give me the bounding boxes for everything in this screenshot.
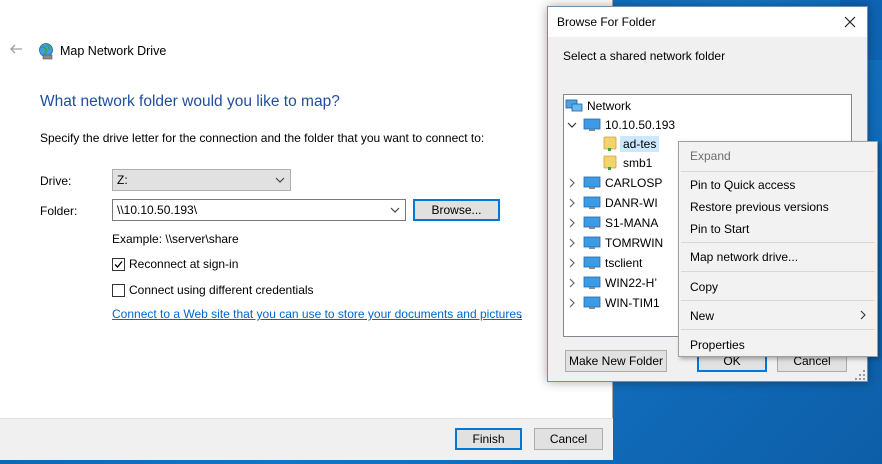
tree-item-computer[interactable]: S1-MANA — [565, 213, 658, 233]
reconnect-checkbox-row[interactable]: Reconnect at sign-in — [112, 256, 238, 272]
example-text: Example: \\server\share — [112, 232, 239, 246]
chevron-right-icon[interactable] — [565, 176, 579, 190]
folder-label: Folder: — [40, 204, 78, 218]
tree-item-label: TOMRWIN — [605, 236, 664, 250]
context-menu: Expand Pin to Quick access Restore previ… — [678, 141, 878, 357]
map-network-drive-window: Map Network Drive What network folder wo… — [0, 0, 613, 460]
chevron-right-icon[interactable] — [565, 236, 579, 250]
menu-item-expand[interactable]: Expand — [690, 148, 731, 164]
folder-input-value: \\10.10.50.193\ — [117, 203, 198, 217]
computer-icon — [583, 296, 601, 309]
chevron-right-icon[interactable] — [565, 256, 579, 270]
chevron-down-icon[interactable] — [389, 204, 401, 216]
network-icon — [565, 99, 583, 112]
computer-icon — [583, 256, 601, 269]
tree-item-label: WIN-TIM1 — [605, 296, 660, 310]
drive-select-value: Z: — [117, 173, 128, 187]
close-icon[interactable] — [843, 15, 857, 29]
link-suffix: . — [519, 307, 523, 321]
web-site-link[interactable]: Connect to a Web site that you can use t… — [112, 307, 522, 321]
tree-item-computer[interactable]: WIN22-H’ — [565, 273, 657, 293]
menu-item-pin-quick-access[interactable]: Pin to Quick access — [690, 177, 795, 193]
network-drive-icon — [39, 43, 53, 60]
page-description: Specify the drive letter for the connect… — [40, 131, 485, 145]
menu-item-properties[interactable]: Properties — [690, 337, 745, 353]
folder-input[interactable]: \\10.10.50.193\ — [112, 199, 406, 221]
menu-item-pin-start[interactable]: Pin to Start — [690, 221, 749, 237]
chevron-down-icon — [275, 177, 285, 183]
browse-button[interactable]: Browse... — [413, 199, 500, 221]
computer-icon — [583, 216, 601, 229]
shared-folder-icon — [603, 136, 617, 151]
checkmark-icon — [114, 260, 123, 268]
tree-item-computer[interactable]: DANR-WI — [565, 193, 658, 213]
reconnect-checkbox[interactable] — [112, 257, 125, 271]
tree-item-label: Network — [587, 99, 632, 113]
tree-item-label: WIN22-H’ — [605, 276, 658, 290]
finish-button[interactable]: Finish — [455, 428, 522, 450]
computer-icon — [583, 118, 601, 131]
make-new-folder-button[interactable]: Make New Folder — [565, 350, 667, 372]
menu-separator — [681, 329, 875, 330]
drive-select[interactable]: Z: — [112, 169, 291, 191]
dialog-instruction: Select a shared network folder — [563, 49, 726, 63]
tree-item-label: DANR-WI — [605, 196, 658, 210]
menu-separator — [681, 171, 875, 172]
credentials-label: Connect using different credentials — [129, 283, 314, 297]
tree-item-computer[interactable]: CARLOSP — [565, 173, 662, 193]
tree-item-network[interactable]: Network — [565, 96, 631, 116]
tree-item-computer[interactable]: TOMRWIN — [565, 233, 663, 253]
back-arrow-icon[interactable] — [8, 41, 24, 57]
tree-item-label: S1-MANA — [605, 216, 659, 230]
cancel-button[interactable]: Cancel — [534, 428, 603, 450]
tree-item-label: ad-tes — [620, 136, 660, 152]
tree-item-share-selected[interactable]: ad-tes — [601, 134, 660, 154]
computer-icon — [583, 236, 601, 249]
page-heading: What network folder would you like to ma… — [40, 93, 340, 110]
menu-separator — [681, 300, 875, 301]
tree-item-label: tsclient — [605, 256, 643, 270]
resize-grip-icon[interactable] — [854, 369, 866, 381]
menu-item-map-network-drive[interactable]: Map network drive... — [690, 249, 798, 265]
menu-item-restore-versions[interactable]: Restore previous versions — [690, 199, 829, 215]
tree-item-computer[interactable]: tsclient — [565, 253, 642, 273]
menu-separator — [681, 271, 875, 272]
menu-item-new[interactable]: New — [690, 308, 714, 324]
shared-folder-icon — [603, 155, 617, 170]
tree-item-label: CARLOSP — [605, 176, 663, 190]
credentials-checkbox-row[interactable]: Connect using different credentials — [112, 282, 314, 298]
computer-icon — [583, 196, 601, 209]
tree-item-label: 10.10.50.193 — [605, 118, 676, 132]
chevron-right-icon[interactable] — [565, 196, 579, 210]
tree-item-share[interactable]: smb1 — [601, 153, 652, 173]
tree-item-computer[interactable]: WIN-TIM1 — [565, 293, 660, 313]
computer-icon — [583, 176, 601, 189]
menu-separator — [681, 242, 875, 243]
window-title: Map Network Drive — [60, 44, 167, 58]
menu-item-copy[interactable]: Copy — [690, 279, 718, 295]
chevron-right-icon[interactable] — [565, 276, 579, 290]
reconnect-label: Reconnect at sign-in — [129, 257, 239, 271]
chevron-right-icon[interactable] — [565, 296, 579, 310]
tree-item-label: smb1 — [623, 156, 653, 170]
dialog-title: Browse For Folder — [557, 15, 656, 29]
chevron-right-icon[interactable] — [565, 216, 579, 230]
credentials-checkbox[interactable] — [112, 283, 125, 297]
chevron-right-icon — [860, 310, 866, 320]
computer-icon — [583, 276, 601, 289]
tree-item-computer[interactable]: 10.10.50.193 — [565, 115, 675, 135]
chevron-down-icon[interactable] — [565, 118, 579, 132]
drive-label: Drive: — [40, 174, 72, 188]
